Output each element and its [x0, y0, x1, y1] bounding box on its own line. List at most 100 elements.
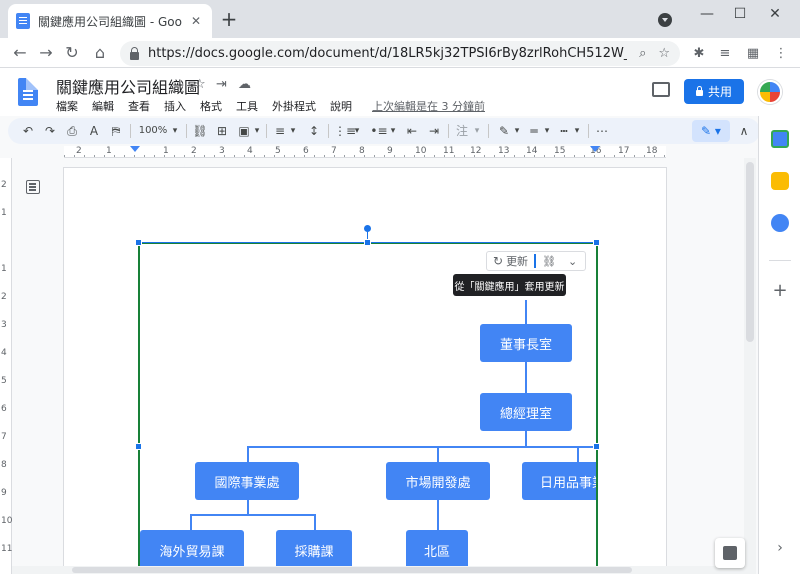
- get-addons-icon[interactable]: +: [769, 280, 791, 301]
- weight-caret-icon[interactable]: ▾: [542, 122, 552, 140]
- rotate-handle[interactable]: [364, 225, 371, 232]
- vertical-ruler[interactable]: 2 1 1 2 3 4 5 6 7 8 9 10 11: [0, 158, 12, 574]
- align-icon[interactable]: ≡: [272, 122, 288, 140]
- line-spacing-icon[interactable]: ↕: [306, 122, 322, 140]
- note-caret-icon[interactable]: ▾: [472, 122, 482, 140]
- numlist-caret-icon[interactable]: ▾: [352, 122, 362, 140]
- reading-list-icon[interactable]: ≡: [716, 45, 734, 63]
- editing-mode-button[interactable]: ✎ ▾: [692, 120, 730, 142]
- link-options-button[interactable]: ⛓: [536, 255, 562, 268]
- zoom-select[interactable]: 100%: [138, 122, 168, 140]
- dash-caret-icon[interactable]: ▾: [572, 122, 582, 140]
- bookmark-star-icon[interactable]: ☆: [658, 46, 670, 61]
- resize-handle-top-right[interactable]: [593, 239, 600, 246]
- right-indent-marker[interactable]: [590, 146, 600, 152]
- horizontal-scroll-thumb[interactable]: [72, 567, 632, 573]
- numbered-list-icon[interactable]: ⋮≡: [334, 122, 356, 140]
- more-options-icon[interactable]: ⋯: [594, 122, 610, 140]
- print-icon[interactable]: ⎙: [64, 122, 80, 140]
- ruler-label: 10: [415, 146, 427, 156]
- zoom-caret-icon[interactable]: ▾: [170, 122, 180, 140]
- redo-icon[interactable]: ↷: [42, 122, 58, 140]
- maximize-button[interactable]: ☐: [725, 4, 755, 24]
- align-caret-icon[interactable]: ▾: [288, 122, 298, 140]
- menu-file[interactable]: 檔案: [56, 98, 78, 114]
- expand-side-panel-icon[interactable]: ›: [769, 540, 791, 556]
- ruler-label: 3: [219, 146, 225, 156]
- docs-header: 關鍵應用公司組織圖 ☆ ⇥ ☁ 檔案 編輯 查看 插入 格式 工具 外掛程式 說…: [0, 68, 800, 116]
- insert-link-icon[interactable]: ⛓: [192, 122, 208, 140]
- keep-icon[interactable]: [771, 172, 789, 190]
- border-color-icon[interactable]: ✎: [496, 122, 512, 140]
- horizontal-ruler[interactable]: 2 1 1 2 3 4 5 6 7 8 9 10 11 12 13 14 15 …: [64, 146, 666, 158]
- bullets-caret-icon[interactable]: ▾: [388, 122, 398, 140]
- connector-line: [437, 498, 439, 532]
- horizontal-scrollbar[interactable]: [12, 566, 744, 574]
- new-tab-button[interactable]: +: [218, 9, 240, 31]
- collapse-menu-icon[interactable]: ∧: [736, 122, 752, 140]
- ruler-label: 13: [498, 146, 510, 156]
- home-button[interactable]: ⌂: [88, 41, 112, 65]
- resize-handle-top[interactable]: [364, 239, 371, 246]
- bulleted-list-icon[interactable]: •≡: [370, 122, 388, 140]
- reload-button[interactable]: ↻: [60, 41, 84, 65]
- resize-handle-right[interactable]: [593, 443, 600, 450]
- explore-button[interactable]: [715, 538, 745, 568]
- minimize-button[interactable]: —: [692, 4, 722, 24]
- menu-edit[interactable]: 編輯: [92, 98, 114, 114]
- comment-history-icon[interactable]: [652, 82, 670, 97]
- share-button[interactable]: 共用: [684, 79, 744, 104]
- menu-addons[interactable]: 外掛程式: [272, 98, 316, 114]
- update-button[interactable]: ↻ 更新: [487, 253, 534, 269]
- document-outline-icon[interactable]: [26, 180, 40, 194]
- spellcheck-icon[interactable]: A: [86, 122, 102, 140]
- move-folder-icon[interactable]: ⇥: [216, 77, 227, 92]
- undo-icon[interactable]: ↶: [20, 122, 36, 140]
- extensions-icon[interactable]: ✱: [690, 45, 708, 63]
- window-close-button[interactable]: ✕: [760, 4, 790, 24]
- menu-tools[interactable]: 工具: [236, 98, 258, 114]
- docs-logo-icon[interactable]: [18, 78, 38, 106]
- share-lock-icon: [695, 86, 703, 96]
- left-indent-marker[interactable]: [130, 146, 140, 152]
- toolbar-divider: [588, 124, 589, 138]
- vertical-scroll-thumb[interactable]: [746, 162, 754, 342]
- pen-caret-icon[interactable]: ▾: [512, 122, 522, 140]
- tab-close-icon[interactable]: ✕: [188, 14, 204, 28]
- tasks-icon[interactable]: [771, 214, 789, 232]
- menu-view[interactable]: 查看: [128, 98, 150, 114]
- paint-format-icon[interactable]: ⛿: [108, 122, 124, 140]
- calendar-icon[interactable]: [771, 130, 789, 148]
- link-menu-button[interactable]: ⌄: [562, 255, 583, 268]
- ruler-label: 11: [443, 146, 455, 156]
- browser-tab[interactable]: 關鍵應用公司組織圖 - Google 文 ✕: [8, 4, 212, 38]
- increase-indent-icon[interactable]: ⇥: [426, 122, 442, 140]
- last-edit-link[interactable]: 上次編輯是在 3 分鐘前: [372, 98, 485, 114]
- note-button[interactable]: 注: [454, 122, 470, 140]
- image-caret-icon[interactable]: ▾: [252, 122, 262, 140]
- vertical-scrollbar[interactable]: [744, 158, 756, 574]
- forward-button[interactable]: →: [34, 41, 58, 65]
- resize-handle-left[interactable]: [135, 443, 142, 450]
- border-dash-icon[interactable]: ┅: [556, 122, 572, 140]
- account-avatar[interactable]: [758, 80, 782, 104]
- zoom-icon[interactable]: ⌕: [639, 46, 646, 61]
- browser-menu-icon[interactable]: ⋮: [772, 45, 790, 63]
- add-comment-icon[interactable]: ⊞: [214, 122, 230, 140]
- ruler-label: 17: [618, 146, 630, 156]
- resize-handle-top-left[interactable]: [135, 239, 142, 246]
- tab-search-icon[interactable]: [658, 13, 672, 27]
- browser-tab-strip: 關鍵應用公司組織圖 - Google 文 ✕ + — ☐ ✕: [0, 0, 800, 38]
- document-title[interactable]: 關鍵應用公司組織圖: [56, 74, 200, 98]
- url-input[interactable]: https://docs.google.com/document/d/18LR5…: [120, 41, 680, 66]
- decrease-indent-icon[interactable]: ⇤: [404, 122, 420, 140]
- profile-extension-icon[interactable]: ▦: [744, 45, 762, 63]
- insert-image-icon[interactable]: ▣: [236, 122, 252, 140]
- menu-help[interactable]: 說明: [330, 98, 352, 114]
- org-node-international: 國際事業處: [195, 462, 299, 500]
- back-button[interactable]: ←: [8, 41, 32, 65]
- border-weight-icon[interactable]: ═: [526, 122, 542, 140]
- menu-format[interactable]: 格式: [200, 98, 222, 114]
- menu-insert[interactable]: 插入: [164, 98, 186, 114]
- star-icon[interactable]: ☆: [194, 77, 206, 92]
